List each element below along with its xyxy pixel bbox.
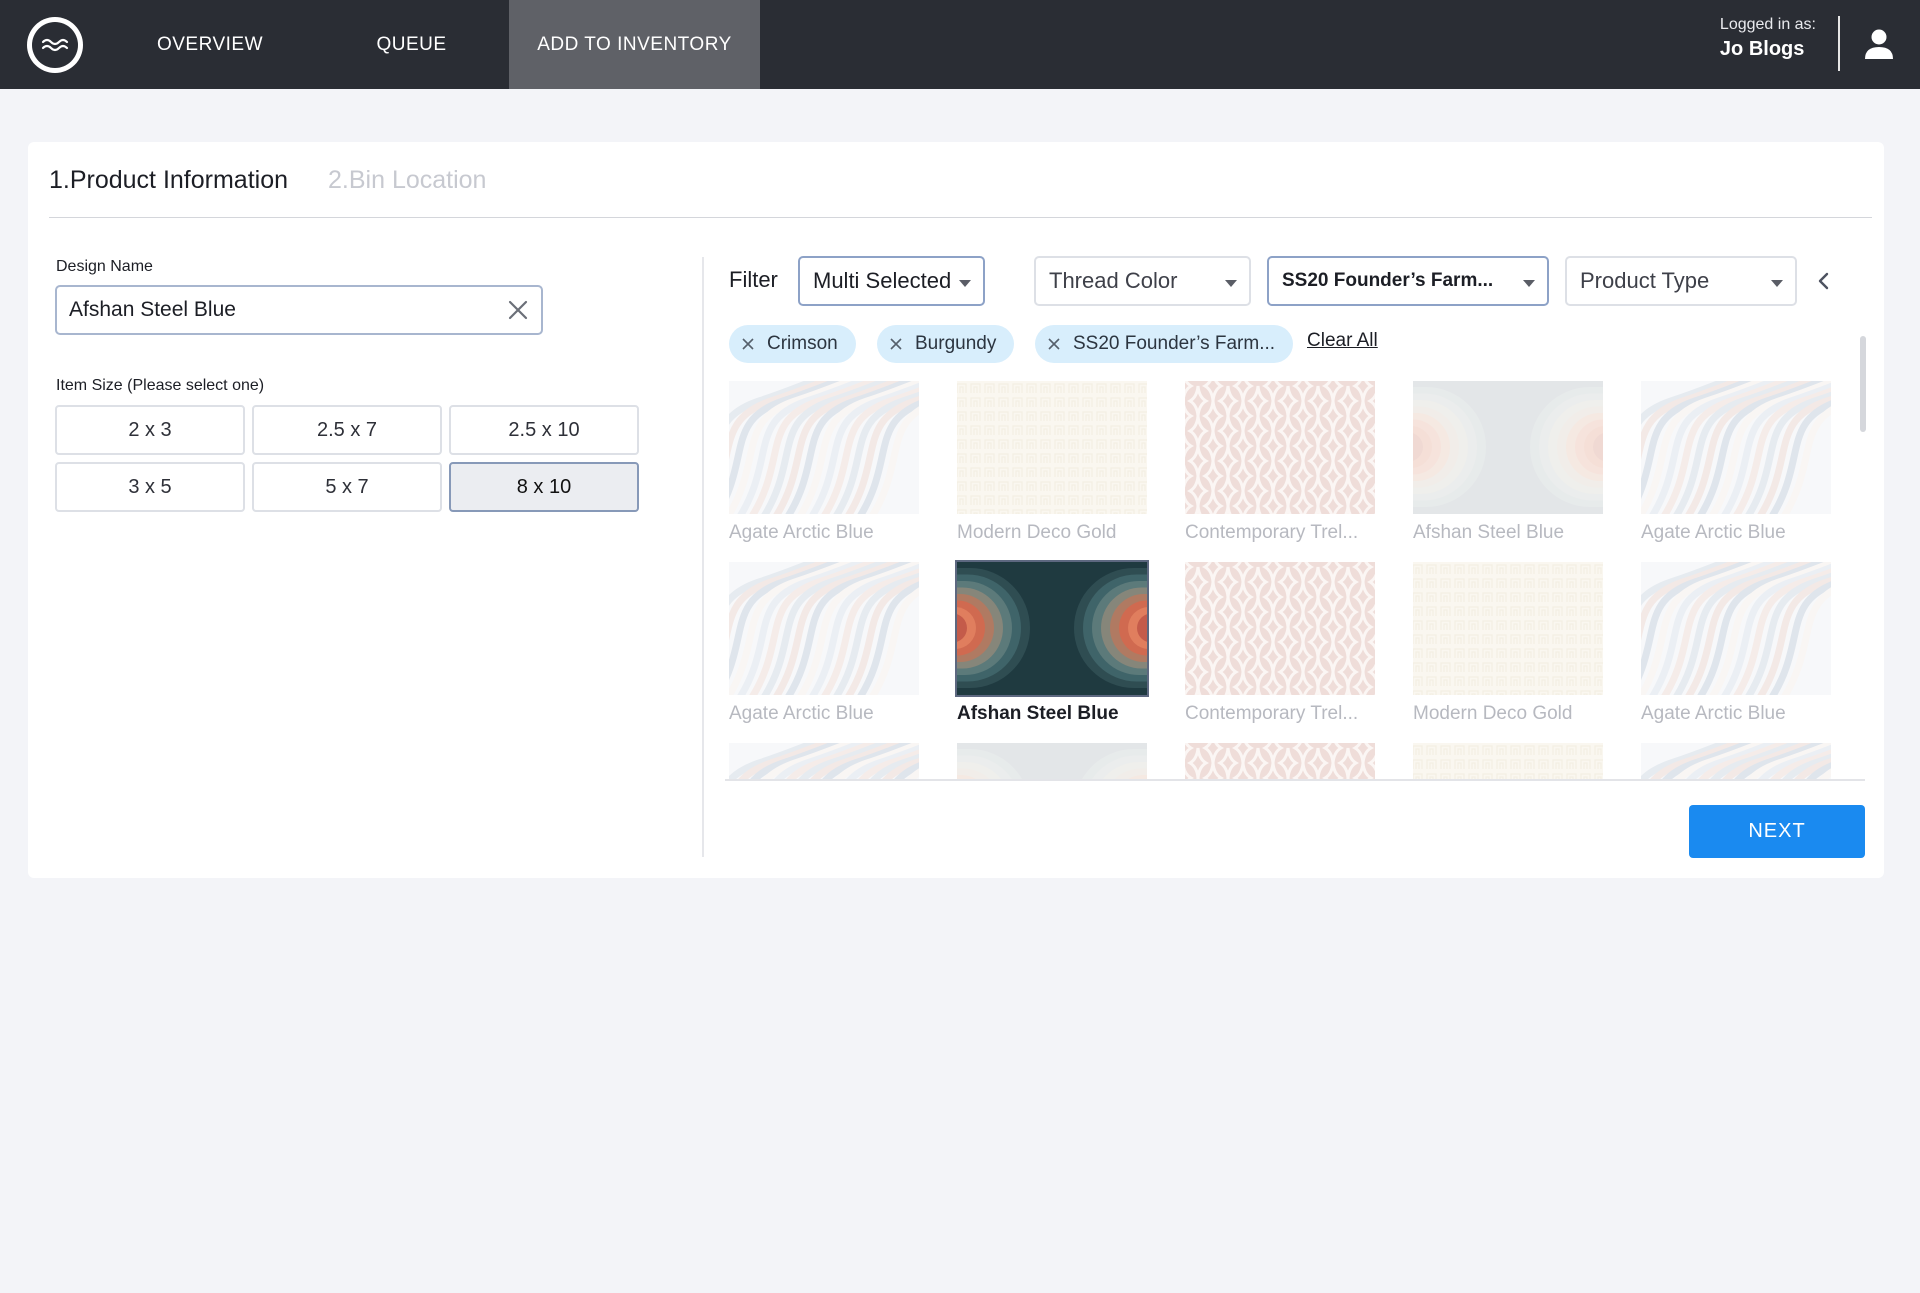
agate-pattern-thumbnail xyxy=(729,743,919,781)
item-size-label: Item Size (Please select one) xyxy=(56,377,265,394)
design-gallery: Agate Arctic Blue Modern Deco Gold Contemp… xyxy=(729,381,1879,781)
column-divider xyxy=(702,257,704,857)
logged-in-user: Logged in as: Jo Blogs xyxy=(1720,16,1816,61)
afshan-pattern-thumbnail xyxy=(955,560,1149,697)
design-tile-name: Modern Deco Gold xyxy=(957,522,1117,543)
color-filter-select[interactable]: Multi Selected xyxy=(798,256,985,306)
user-name: Jo Blogs xyxy=(1719,38,1805,60)
logged-in-caption: Logged in as: xyxy=(1719,16,1816,33)
collection-filter-value: SS20 Founder’s Farm... xyxy=(1282,270,1494,291)
deco-pattern-thumbnail xyxy=(1413,743,1603,781)
collection-filter-select[interactable]: SS20 Founder’s Farm... xyxy=(1267,256,1549,306)
chevron-down-icon xyxy=(1771,280,1783,287)
nav-tab-add-to-inventory[interactable]: ADD TO INVENTORY xyxy=(509,0,760,89)
deco-pattern-thumbnail xyxy=(1413,562,1603,695)
top-navigation-bar: OVERVIEW QUEUE ADD TO INVENTORY Logged i… xyxy=(0,0,1920,89)
product-type-value: Product Type xyxy=(1580,268,1710,293)
agate-pattern-thumbnail xyxy=(1641,562,1831,695)
filter-chip-burgundy[interactable]: Burgundy xyxy=(877,325,1015,363)
design-tile[interactable]: Modern Deco Gold xyxy=(1413,562,1603,725)
trellis-pattern-thumbnail xyxy=(1185,743,1375,781)
stepper-divider xyxy=(49,217,1872,218)
size-option-3x5[interactable]: 3 x 5 xyxy=(55,462,245,512)
design-tile-name: Contemporary Trel... xyxy=(1185,703,1359,724)
design-tile[interactable]: Afshan Steel Blue xyxy=(955,560,1149,725)
design-tile[interactable]: Afshan Steel Blue xyxy=(1413,381,1603,544)
nav-tab-overview[interactable]: OVERVIEW xyxy=(135,0,285,89)
size-option-5x7[interactable]: 5 x 7 xyxy=(252,462,442,512)
color-filter-value: Multi Selected xyxy=(813,268,952,293)
design-tile[interactable]: Contemporary Trel... xyxy=(1185,381,1375,544)
design-tile-name: Modern Deco Gold xyxy=(1413,703,1573,724)
design-tile[interactable] xyxy=(1413,743,1603,781)
nav-divider xyxy=(1838,16,1840,71)
next-button[interactable]: NEXT xyxy=(1689,805,1865,858)
size-option-2-5x10[interactable]: 2.5 x 10 xyxy=(449,405,639,455)
remove-chip-icon[interactable] xyxy=(1047,337,1061,351)
product-form-card: 1.Product Information 2.Bin Location Des… xyxy=(28,142,1884,878)
filter-chip-crimson[interactable]: Crimson xyxy=(729,325,856,363)
trellis-pattern-thumbnail xyxy=(1185,562,1375,695)
design-name-input[interactable]: Afshan Steel Blue xyxy=(55,285,543,335)
deco-pattern-thumbnail xyxy=(957,381,1147,514)
design-tile-name: Agate Arctic Blue xyxy=(1641,522,1786,543)
wave-logo-icon[interactable] xyxy=(27,17,83,73)
afshan-pattern-thumbnail xyxy=(957,743,1147,781)
clear-all-link[interactable]: Clear All xyxy=(1307,330,1378,352)
design-name-label: Design Name xyxy=(56,258,153,275)
design-tile-name: Agate Arctic Blue xyxy=(729,522,874,543)
design-tile[interactable] xyxy=(957,743,1147,781)
design-tile[interactable] xyxy=(1185,743,1375,781)
filter-label: Filter xyxy=(729,267,778,292)
design-tile-name: Agate Arctic Blue xyxy=(729,703,874,724)
design-tile[interactable]: Contemporary Trel... xyxy=(1185,562,1375,725)
size-option-2x3[interactable]: 2 x 3 xyxy=(55,405,245,455)
clear-input-icon[interactable] xyxy=(507,299,529,321)
chevron-down-icon xyxy=(1225,280,1237,287)
stepper: 1.Product Information 2.Bin Location xyxy=(49,166,486,195)
trellis-pattern-thumbnail xyxy=(1185,381,1375,514)
design-tile[interactable]: Agate Arctic Blue xyxy=(1641,562,1831,725)
design-tile[interactable]: Modern Deco Gold xyxy=(957,381,1147,544)
chip-label: SS20 Founder’s Farm... xyxy=(1073,333,1276,354)
thread-color-value: Thread Color xyxy=(1049,268,1178,293)
design-tile[interactable]: Agate Arctic Blue xyxy=(729,381,919,544)
remove-chip-icon[interactable] xyxy=(741,337,755,351)
design-name-value: Afshan Steel Blue xyxy=(69,298,236,321)
chip-label: Burgundy xyxy=(915,333,997,354)
chevron-left-icon[interactable] xyxy=(1816,271,1832,291)
design-tile-name: Agate Arctic Blue xyxy=(1641,703,1786,724)
agate-pattern-thumbnail xyxy=(1641,381,1831,514)
gallery-divider xyxy=(725,779,1865,781)
agate-pattern-thumbnail xyxy=(729,562,919,695)
chevron-down-icon xyxy=(959,280,971,287)
design-tile[interactable] xyxy=(729,743,919,781)
person-icon[interactable] xyxy=(1864,28,1894,60)
size-option-8x10[interactable]: 8 x 10 xyxy=(449,462,639,512)
size-option-2-5x7[interactable]: 2.5 x 7 xyxy=(252,405,442,455)
thread-color-select[interactable]: Thread Color xyxy=(1034,256,1251,306)
design-tile[interactable] xyxy=(1641,743,1831,781)
design-tile[interactable]: Agate Arctic Blue xyxy=(1641,381,1831,544)
step-product-information[interactable]: 1.Product Information xyxy=(49,166,288,195)
agate-pattern-thumbnail xyxy=(1641,743,1831,781)
filter-chip-collection[interactable]: SS20 Founder’s Farm... xyxy=(1035,325,1294,363)
product-type-select[interactable]: Product Type xyxy=(1565,256,1797,306)
design-tile-name: Afshan Steel Blue xyxy=(957,703,1119,724)
item-size-options: 2 x 3 2.5 x 7 2.5 x 10 3 x 5 5 x 7 8 x 1… xyxy=(55,405,639,512)
nav-tab-queue[interactable]: QUEUE xyxy=(340,0,483,89)
design-tile-name: Contemporary Trel... xyxy=(1185,522,1359,543)
gallery-scrollbar[interactable] xyxy=(1860,336,1866,432)
remove-chip-icon[interactable] xyxy=(889,337,903,351)
chip-label: Crimson xyxy=(767,333,838,354)
afshan-pattern-thumbnail xyxy=(1413,381,1603,514)
design-tile-name: Afshan Steel Blue xyxy=(1413,522,1565,543)
step-bin-location[interactable]: 2.Bin Location xyxy=(328,166,486,195)
chevron-down-icon xyxy=(1523,280,1535,287)
design-tile[interactable]: Agate Arctic Blue xyxy=(729,562,919,725)
agate-pattern-thumbnail xyxy=(729,381,919,514)
